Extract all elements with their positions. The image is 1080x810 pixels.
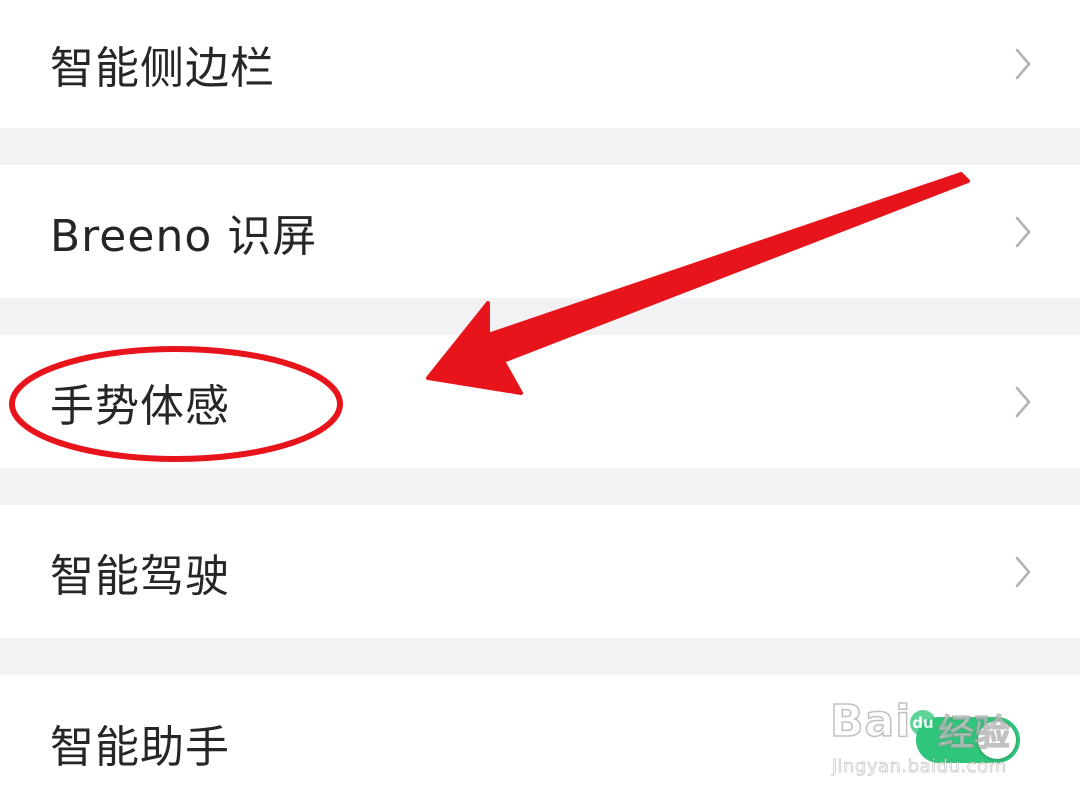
watermark-badge: du bbox=[910, 710, 936, 736]
settings-item-smart-driving[interactable]: 智能驾驶 bbox=[0, 505, 1080, 638]
chevron-right-icon bbox=[1015, 386, 1031, 417]
settings-item-label: 手势体感 bbox=[50, 380, 230, 432]
settings-item-smart-sidebar[interactable]: 智能侧边栏 bbox=[0, 0, 1080, 128]
settings-item-label: 智能助手 bbox=[50, 721, 230, 773]
settings-item-gestures-motions[interactable]: 手势体感 bbox=[0, 335, 1080, 468]
settings-item-label: 智能侧边栏 bbox=[50, 43, 275, 94]
chevron-right-icon bbox=[1015, 556, 1031, 587]
watermark-url: jingyan.baidu.com bbox=[832, 756, 1007, 778]
baidu-jingyan-watermark: Bai du 经验 jingyan.baidu.com bbox=[826, 690, 1036, 785]
settings-list: 智能侧边栏 Breeno 识屏 手势体感 智能驾驶 智能助手 bbox=[0, 0, 1080, 810]
chevron-right-icon bbox=[1015, 216, 1031, 247]
settings-item-label: 智能驾驶 bbox=[50, 550, 230, 602]
settings-item-breeno-screen-recognition[interactable]: Breeno 识屏 bbox=[0, 165, 1080, 298]
watermark-word: 经验 bbox=[937, 712, 1011, 754]
chevron-right-icon bbox=[1015, 48, 1031, 80]
settings-item-label: Breeno 识屏 bbox=[50, 210, 318, 262]
watermark-brand: Bai bbox=[829, 695, 912, 748]
